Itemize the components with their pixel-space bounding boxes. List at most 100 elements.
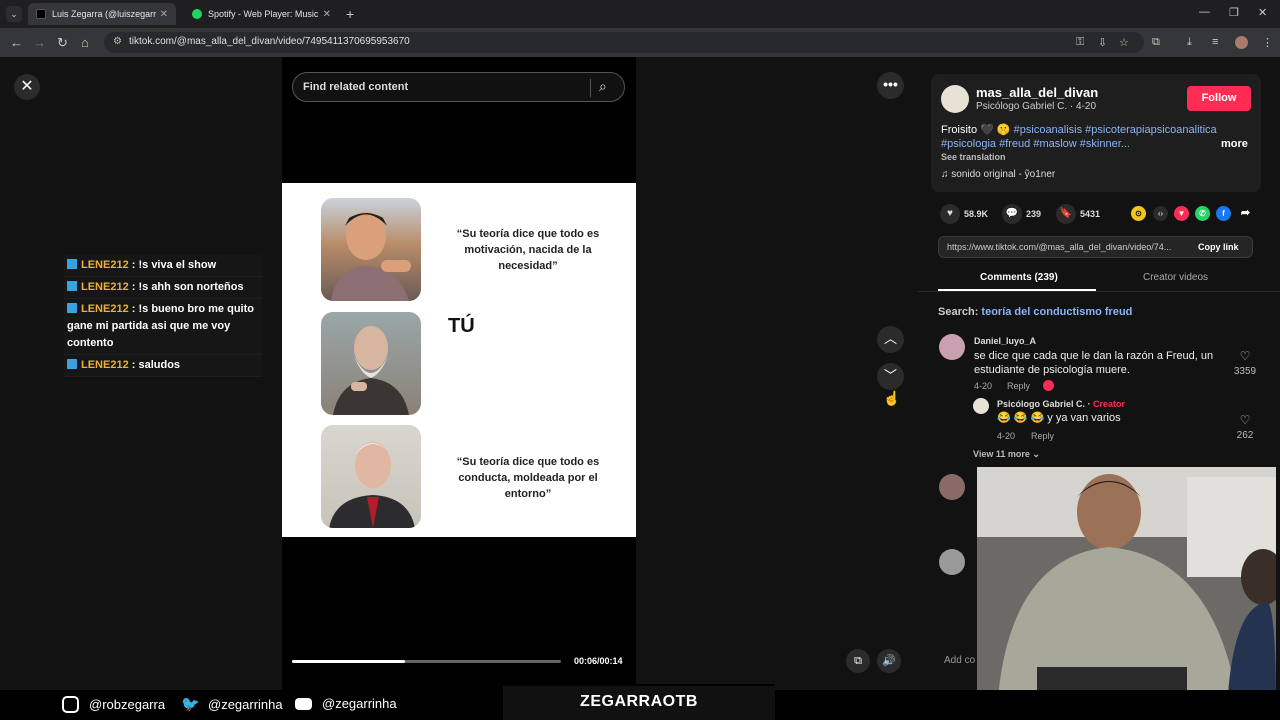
new-tab-button[interactable]: +: [346, 6, 354, 22]
more-options-icon[interactable]: •••: [877, 72, 904, 99]
quote-top: “Su teoría dice que todo es motivación, …: [456, 228, 600, 272]
browser-tab-strip: ⌄ Luis Zegarra (@luiszegarra1 ✕ Spotify …: [0, 0, 1280, 28]
tab-search-icon[interactable]: ⌄: [6, 6, 22, 22]
reply-like-icon[interactable]: ♡: [1230, 413, 1260, 427]
extensions-icon[interactable]: ⧉: [1152, 36, 1160, 49]
comment-search-suggestion[interactable]: Search: teoría del conductismo freud: [938, 306, 1132, 318]
reply-date: 4-20: [997, 431, 1016, 441]
tab-close-icon[interactable]: ✕: [323, 9, 331, 20]
bookmark-icon[interactable]: 🔖: [1056, 203, 1076, 224]
url-text: tiktok.com/@mas_alla_del_divan/video/749…: [129, 36, 410, 47]
forward-icon[interactable]: →: [33, 35, 46, 50]
comment-author[interactable]: Daniel_luyo_A: [974, 336, 1036, 346]
chat-message: LENE212 : !s viva el show: [64, 255, 262, 277]
next-video-icon[interactable]: ﹀: [877, 363, 904, 390]
video-progress-fill: [292, 660, 405, 663]
creator-username[interactable]: mas_alla_del_divan: [976, 85, 1098, 100]
view-more-replies[interactable]: View 11 more ⌄: [973, 449, 1040, 460]
reload-icon[interactable]: ↻: [57, 35, 68, 51]
youtube-icon: [295, 697, 312, 710]
tab-title: Spotify - Web Player: Music for: [208, 9, 320, 19]
home-icon[interactable]: ⌂: [81, 35, 89, 50]
comment-date: 4-20: [974, 381, 993, 391]
commenter-avatar[interactable]: [939, 549, 965, 575]
restore-icon[interactable]: ❐: [1229, 6, 1239, 19]
url-field[interactable]: ⚙ tiktok.com/@mas_alla_del_divan/video/7…: [104, 32, 1144, 53]
twitter-handle: 🐦 @zegarrinha: [181, 696, 283, 713]
bookmark-star-icon[interactable]: ☆: [1119, 36, 1129, 49]
save-action[interactable]: 🔖 5431: [1056, 203, 1100, 224]
tab-tiktok[interactable]: Luis Zegarra (@luiszegarra1 ✕: [28, 3, 176, 25]
hashtags-line-1[interactable]: #psicoanalisis #psicoterapiapsicoanaliti…: [1014, 124, 1217, 136]
key-icon[interactable]: ⚿: [1076, 36, 1084, 49]
reply-avatar[interactable]: [973, 398, 989, 414]
commenter-avatar[interactable]: [939, 474, 965, 500]
reply-like-count: 262: [1236, 430, 1254, 441]
back-icon[interactable]: ←: [10, 35, 23, 50]
video-link[interactable]: https://www.tiktok.com/@mas_alla_del_div…: [947, 242, 1171, 252]
twitter-icon: 🐦: [181, 696, 200, 713]
minimize-icon[interactable]: —: [1199, 6, 1210, 18]
creator-subtitle: Psicólogo Gabriel C. · 4-20: [976, 101, 1097, 112]
see-translation-link[interactable]: See translation: [941, 152, 1006, 162]
downloads-icon[interactable]: ⤓: [1187, 36, 1192, 49]
reply-link[interactable]: Reply: [1007, 381, 1030, 391]
video-progress-bar[interactable]: [292, 660, 561, 663]
video-link-box: https://www.tiktok.com/@mas_alla_del_div…: [938, 236, 1253, 258]
tiktok-icon: [36, 9, 46, 19]
stream-brand: ZEGARRAOTB: [580, 693, 698, 710]
address-bar: ← → ↻ ⌂ ⚙ tiktok.com/@mas_alla_del_divan…: [0, 28, 1280, 57]
tab-creator-videos[interactable]: Creator videos: [1143, 272, 1208, 283]
follow-button[interactable]: Follow: [1187, 86, 1251, 111]
chat-badge-icon: [67, 303, 77, 313]
sound-link[interactable]: ♫ sonido original - ỹo1ner: [941, 169, 1055, 180]
volume-icon[interactable]: 🔊: [877, 649, 901, 673]
comment-like-icon[interactable]: ♡: [1230, 349, 1260, 363]
chat-message: LENE212 : !s ahh son norteños: [64, 277, 262, 299]
menu-icon[interactable]: ⋮: [1262, 36, 1273, 49]
tab-close-icon[interactable]: ✕: [160, 9, 168, 20]
facebook-icon[interactable]: f: [1216, 206, 1231, 221]
comment-icon[interactable]: 💬: [1002, 203, 1022, 224]
close-window-icon[interactable]: ✕: [1258, 6, 1267, 19]
creator-liked-avatar: [1043, 380, 1054, 391]
video-description: Froisito 🖤 🤫 #psicoanalisis #psicoterapi…: [941, 124, 1217, 150]
whatsapp-icon[interactable]: ✆: [1195, 206, 1210, 221]
hashtags-line-2[interactable]: #psicologia #freud #maslow #skinner...: [941, 138, 1130, 150]
send-icon[interactable]: ▼: [1174, 206, 1189, 221]
chat-badge-icon: [67, 259, 77, 269]
reply-author[interactable]: Psicólogo Gabriel C. · Creator: [997, 399, 1125, 409]
mouse-cursor-icon: ☝: [883, 390, 901, 406]
share-arrow-icon[interactable]: ➦: [1238, 206, 1253, 221]
embed-icon[interactable]: ‹›: [1153, 206, 1168, 221]
commenter-avatar[interactable]: [939, 334, 965, 360]
coin-share-icon[interactable]: ⊙: [1131, 206, 1146, 221]
previous-video-icon[interactable]: ︿: [877, 326, 904, 353]
site-info-icon[interactable]: ⚙: [113, 36, 122, 47]
like-action[interactable]: ♥ 58.9K: [940, 203, 988, 224]
comment-like-count: 3359: [1233, 366, 1257, 377]
tab-comments[interactable]: Comments (239): [980, 272, 1058, 283]
reading-list-icon[interactable]: ≡: [1212, 36, 1218, 48]
search-icon[interactable]: ⌕: [599, 78, 607, 95]
profile-avatar[interactable]: [1235, 36, 1248, 49]
tab-spotify[interactable]: Spotify - Web Player: Music for ✕: [184, 3, 339, 25]
creator-avatar[interactable]: [941, 85, 969, 113]
description-more-link[interactable]: more: [1221, 138, 1248, 150]
close-icon[interactable]: ✕: [14, 74, 40, 100]
comment-text: se dice que cada que le dan la razón a F…: [974, 350, 1214, 376]
heart-icon[interactable]: ♥: [940, 203, 960, 224]
youtube-handle: @zegarrinha: [295, 696, 397, 711]
search-divider: [590, 79, 591, 97]
quote-bottom: “Su teoría dice que todo es conducta, mo…: [456, 456, 600, 500]
related-search-input[interactable]: Find related content ⌕: [292, 72, 625, 102]
reply-link[interactable]: Reply: [1031, 431, 1054, 441]
chat-message: LENE212 : saludos: [64, 355, 262, 377]
search-term-link[interactable]: teoría del conductismo freud: [981, 306, 1132, 318]
comment-action[interactable]: 💬 239: [1002, 203, 1041, 224]
floating-player-icon[interactable]: ⧉: [846, 649, 870, 673]
chat-badge-icon: [67, 281, 77, 291]
install-icon[interactable]: ⇩: [1098, 36, 1107, 49]
add-comment-input[interactable]: Add co: [944, 655, 975, 666]
copy-link-button[interactable]: Copy link: [1198, 242, 1239, 252]
